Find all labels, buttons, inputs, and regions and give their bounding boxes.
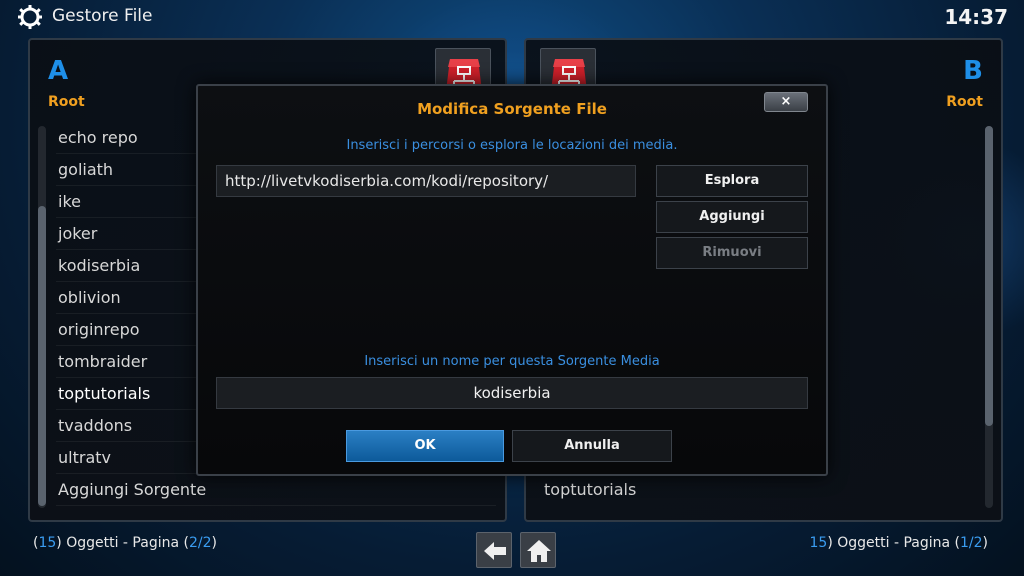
page-indicator: 1/2	[960, 535, 983, 551]
status-label: ) Oggetti - Pagina (	[827, 535, 960, 551]
status-right: 15) Oggetti - Pagina (1/2)	[810, 535, 989, 551]
source-name-field[interactable]: kodiserbia	[216, 377, 808, 409]
panel-letter: A	[48, 56, 69, 86]
item-count: 15	[809, 535, 828, 551]
remove-button[interactable]: Rimuovi	[656, 237, 808, 269]
app-title: Gestore File	[52, 6, 153, 26]
source-path-field[interactable]: http://livetvkodiserbia.com/kodi/reposit…	[216, 165, 636, 197]
clock: 14:37	[944, 5, 1008, 29]
name-hint: Inserisci un nome per questa Sorgente Me…	[364, 354, 660, 369]
scrollbar[interactable]	[38, 126, 46, 508]
status-close: )	[211, 535, 217, 551]
browse-button[interactable]: Esplora	[656, 165, 808, 197]
scrollbar[interactable]	[985, 126, 993, 508]
back-arrow-icon	[484, 542, 506, 560]
back-button[interactable]	[476, 532, 512, 568]
status-label: ) Oggetti - Pagina (	[56, 535, 189, 551]
ok-button[interactable]: OK	[346, 430, 504, 462]
scrollbar-thumb[interactable]	[985, 126, 993, 426]
add-button[interactable]: Aggiungi	[656, 201, 808, 233]
home-icon	[527, 540, 551, 562]
status-close: )	[982, 535, 988, 551]
status-left: (15) Oggetti - Pagina (2/2)	[33, 535, 217, 551]
page-indicator: 2/2	[188, 535, 212, 551]
home-button[interactable]	[520, 532, 556, 568]
cancel-button[interactable]: Annulla	[512, 430, 672, 462]
scrollbar-thumb[interactable]	[38, 206, 46, 506]
close-button[interactable]: ×	[764, 92, 808, 112]
list-item[interactable]: toptutorials	[544, 480, 636, 499]
add-source-item[interactable]: Aggiungi Sorgente	[56, 474, 496, 506]
panel-letter: B	[963, 56, 983, 86]
dialog-title: Modifica Sorgente File	[417, 100, 607, 118]
paths-hint: Inserisci i percorsi o esplora le locazi…	[346, 138, 678, 153]
edit-source-dialog: Modifica Sorgente File × Inserisci i per…	[196, 84, 828, 476]
item-count: 15	[38, 535, 57, 551]
panel-path: Root	[946, 94, 983, 110]
kodi-logo-icon[interactable]	[18, 5, 42, 29]
panel-path: Root	[48, 94, 85, 110]
top-bar: Gestore File 14:37	[0, 0, 1024, 34]
